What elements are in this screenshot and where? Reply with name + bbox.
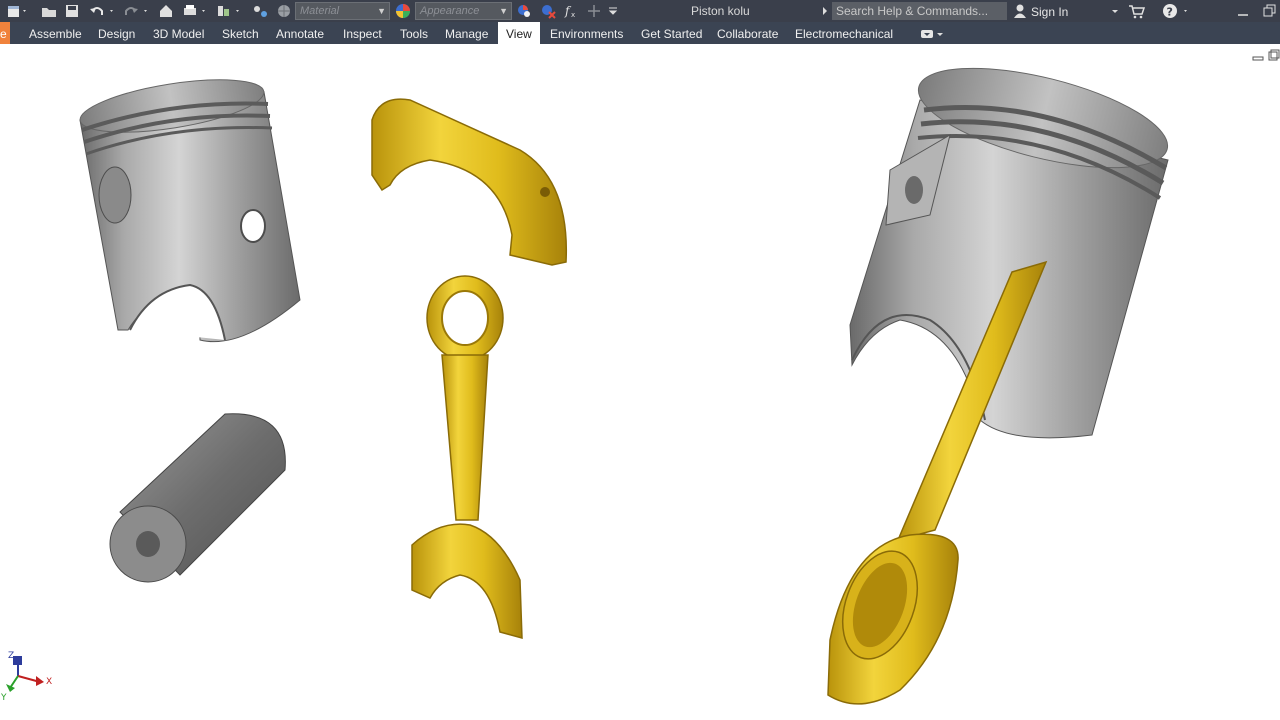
print-icon[interactable]	[182, 2, 212, 20]
chevron-down-icon: ▼	[377, 6, 386, 16]
piston-pin-part[interactable]	[109, 413, 286, 583]
tab-environments[interactable]: Environments	[550, 22, 623, 44]
appearance-dropdown-value: Appearance	[420, 5, 480, 17]
tab-electromechanical[interactable]: Electromechanical	[795, 22, 893, 44]
chevron-down-icon[interactable]	[1110, 2, 1120, 20]
tab-get-started[interactable]: Get Started	[641, 22, 702, 44]
tab-manage[interactable]: Manage	[445, 22, 488, 44]
axis-y-label: Y	[0, 693, 7, 703]
redo-icon[interactable]	[122, 2, 152, 20]
svg-text:?: ?	[1167, 6, 1173, 19]
search-placeholder: Search Help & Commands...	[836, 4, 989, 18]
user-icon[interactable]	[1012, 2, 1028, 20]
help-icon[interactable]: ?	[1162, 2, 1192, 20]
fx-icon[interactable]: fx	[564, 2, 580, 20]
viewport-minimize-icon[interactable]	[1252, 50, 1264, 68]
document-title: Piston kolu	[691, 4, 750, 18]
new-file-icon[interactable]	[6, 2, 28, 20]
appearance-dropdown[interactable]: Appearance ▼	[415, 2, 512, 20]
tab-collaborate[interactable]: Collaborate	[717, 22, 778, 44]
rod-cap-part[interactable]	[371, 98, 568, 266]
tab-tools[interactable]: Tools	[400, 22, 428, 44]
axis-z-label: Z	[8, 651, 14, 661]
tab-file[interactable]: e	[0, 22, 10, 44]
chevron-down-icon: ▼	[499, 6, 508, 16]
svg-text:x: x	[571, 11, 575, 19]
cart-icon[interactable]	[1128, 2, 1146, 20]
material-dropdown[interactable]: Material ▼	[295, 2, 390, 20]
ribbon-tab-bar: e Assemble Design 3D Model Sketch Annota…	[0, 22, 1280, 44]
viewport-restore-icon[interactable]	[1268, 48, 1280, 66]
home-icon[interactable]	[158, 2, 174, 20]
axis-x-label: X	[46, 677, 52, 687]
quick-access-toolbar: Material ▼ Appearance ▼ fx Piston kolu S…	[0, 0, 1280, 22]
axis-triad: Z X Y	[0, 651, 52, 703]
model-scene	[77, 48, 1177, 705]
add-icon[interactable]	[587, 2, 601, 20]
save-icon[interactable]	[64, 2, 80, 20]
parameters-icon[interactable]	[216, 2, 246, 20]
adjust-appearance-icon[interactable]	[516, 2, 532, 20]
ribbon-display-options-icon[interactable]	[920, 25, 946, 43]
open-icon[interactable]	[40, 2, 58, 20]
assembled-piston-part[interactable]	[849, 48, 1177, 439]
search-input[interactable]: Search Help & Commands...	[832, 2, 1007, 20]
measure-icon[interactable]	[252, 2, 270, 20]
tab-annotate[interactable]: Annotate	[276, 22, 324, 44]
clear-appearance-icon[interactable]	[540, 2, 556, 20]
globe-icon[interactable]	[276, 2, 292, 20]
tab-view[interactable]: View	[498, 22, 540, 44]
restore-icon[interactable]	[1262, 2, 1278, 20]
tab-inspect[interactable]: Inspect	[343, 22, 382, 44]
connecting-rod-part[interactable]	[411, 275, 523, 639]
tab-3d-model[interactable]: 3D Model	[153, 22, 204, 44]
material-dropdown-value: Material	[300, 5, 340, 17]
tab-assemble[interactable]: Assemble	[29, 22, 82, 44]
minimize-icon[interactable]	[1236, 2, 1250, 20]
customize-toolbar-icon[interactable]	[607, 2, 619, 20]
chevron-right-icon[interactable]	[820, 2, 830, 20]
piston-part-left[interactable]	[77, 70, 301, 343]
tab-design[interactable]: Design	[98, 22, 135, 44]
sign-in-link[interactable]: Sign In	[1031, 3, 1068, 21]
appearance-color-icon[interactable]	[395, 2, 411, 20]
tab-sketch[interactable]: Sketch	[222, 22, 259, 44]
graphics-viewport[interactable]: Z X Y	[0, 44, 1280, 720]
undo-icon[interactable]	[88, 2, 118, 20]
